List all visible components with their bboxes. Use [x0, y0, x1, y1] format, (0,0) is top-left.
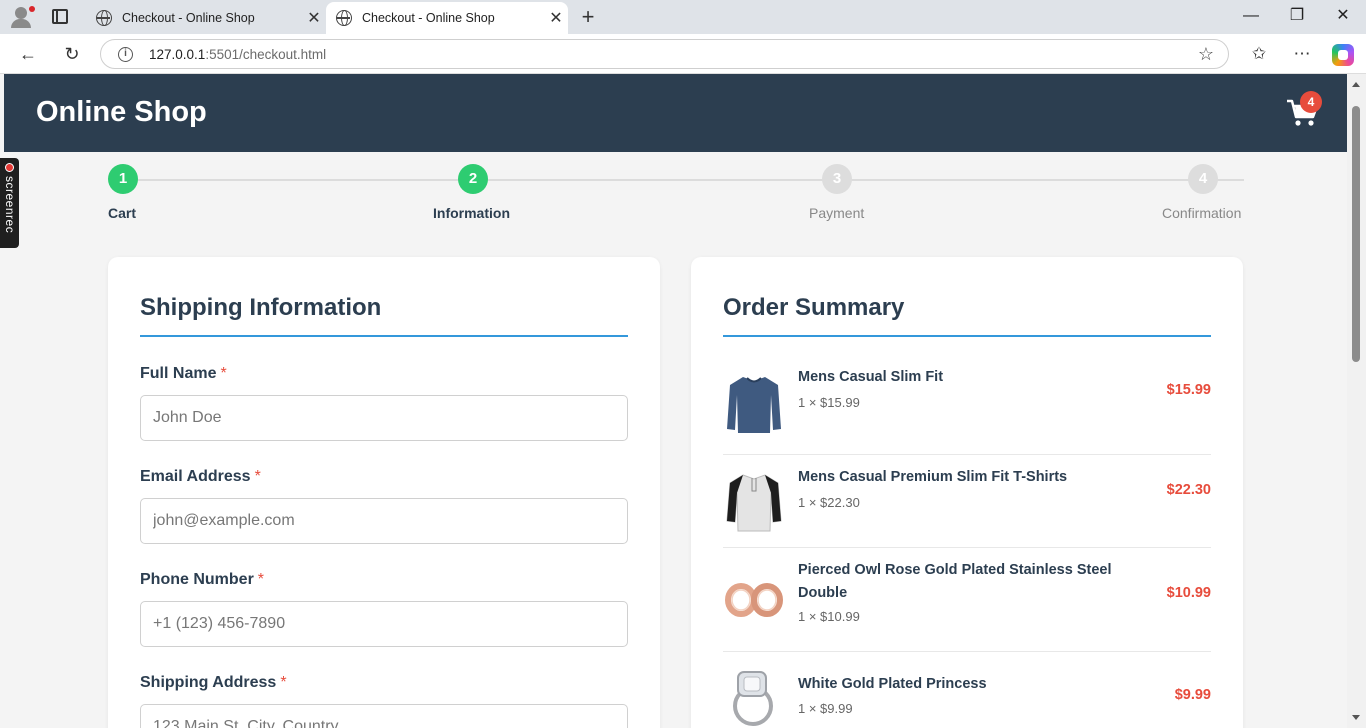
shipping-address-input[interactable]: [140, 704, 628, 728]
step-circle-information: 2: [458, 164, 488, 194]
screenrec-label: screenrec: [3, 176, 17, 234]
full-name-input[interactable]: [140, 395, 628, 441]
address-bar-row: ← ↻ i 127.0.0.1:5501/checkout.html ☆ ✩ ⋯: [0, 34, 1366, 74]
order-item: Pierced Owl Rose Gold Plated Stainless S…: [723, 548, 1211, 652]
product-image-rings: [725, 583, 783, 617]
url-input[interactable]: i 127.0.0.1:5501/checkout.html ☆: [100, 39, 1229, 69]
scroll-down-arrow-icon[interactable]: [1352, 715, 1360, 720]
shipping-address-label: Shipping Address *: [140, 674, 287, 691]
restore-icon[interactable]: ❐: [1274, 0, 1320, 34]
product-image-ring: [733, 671, 773, 726]
reload-icon[interactable]: ↻: [58, 40, 86, 68]
item-quantity: 1 × $9.99: [798, 701, 853, 716]
item-price: $15.99: [1166, 382, 1211, 398]
email-label: Email Address *: [140, 468, 261, 485]
item-quantity: 1 × $22.30: [798, 495, 860, 510]
favorite-star-icon[interactable]: ☆: [1198, 44, 1214, 65]
site-info-icon[interactable]: i: [118, 47, 133, 62]
item-price: $9.99: [1174, 687, 1211, 703]
page-scrollbar[interactable]: [1347, 74, 1366, 728]
step-circle-payment: 3: [822, 164, 852, 194]
minimize-icon[interactable]: —: [1228, 0, 1274, 34]
step-label-confirmation: Confirmation: [1162, 205, 1242, 221]
order-summary-card: Order Summary Mens Casual Slim Fit 1 × $…: [691, 257, 1243, 728]
browser-tab-1[interactable]: Checkout - Online Shop ✕: [86, 2, 326, 34]
item-price: $22.30: [1166, 482, 1211, 498]
more-menu-icon[interactable]: ⋯: [1289, 42, 1315, 68]
copilot-icon[interactable]: [1332, 44, 1354, 66]
site-logo[interactable]: Online Shop: [36, 96, 207, 129]
progress-track: [124, 179, 1244, 181]
item-name: Mens Casual Slim Fit: [798, 369, 944, 385]
scroll-up-arrow-icon[interactable]: [1352, 82, 1360, 87]
item-name: Mens Casual Premium Slim Fit T-Shirts: [798, 469, 1068, 485]
phone-input[interactable]: [140, 601, 628, 647]
step-label-information: Information: [433, 205, 510, 221]
tab-title: Checkout - Online Shop: [122, 11, 255, 25]
product-image-shirt: [727, 377, 781, 433]
scrollbar-thumb[interactable]: [1352, 106, 1360, 362]
new-tab-icon[interactable]: +: [576, 5, 600, 29]
product-image-tshirt: [726, 474, 782, 532]
tab-title: Checkout - Online Shop: [362, 11, 495, 25]
step-label-cart: Cart: [108, 205, 137, 221]
email-input[interactable]: [140, 498, 628, 544]
close-tab-icon[interactable]: ✕: [302, 8, 326, 28]
browser-tab-2[interactable]: Checkout - Online Shop ✕: [326, 2, 568, 34]
item-price: $10.99: [1166, 585, 1211, 601]
title-underline: [723, 335, 1211, 337]
page-viewport: Online Shop 4 1 Cart 2 Information 3 Pay…: [4, 74, 1347, 728]
item-quantity: 1 × $15.99: [798, 395, 860, 410]
title-underline: [140, 335, 628, 337]
site-header: Online Shop 4: [4, 74, 1347, 152]
order-item: White Gold Plated Princess 1 × $9.99 $9.…: [723, 652, 1211, 728]
order-summary-title: Order Summary: [723, 294, 905, 321]
full-name-label: Full Name *: [140, 365, 227, 382]
item-name: Pierced Owl Rose Gold Plated Stainless S…: [798, 562, 1112, 601]
cart-count-badge: 4: [1300, 91, 1322, 113]
browser-tab-bar: Checkout - Online Shop ✕ Checkout - Onli…: [0, 0, 1366, 34]
favorites-icon[interactable]: ✩: [1246, 42, 1272, 68]
url-text: 127.0.0.1:5501/checkout.html: [149, 47, 327, 62]
window-close-icon[interactable]: ✕: [1320, 0, 1366, 34]
record-icon: [5, 163, 14, 172]
tab-actions-icon[interactable]: [52, 9, 68, 24]
order-item: Mens Casual Slim Fit 1 × $15.99 $15.99: [723, 355, 1211, 455]
item-quantity: 1 × $10.99: [798, 609, 860, 624]
phone-label: Phone Number *: [140, 571, 265, 588]
screenrec-overlay-tab[interactable]: screenrec: [0, 158, 19, 248]
close-tab-icon[interactable]: ✕: [544, 8, 568, 28]
step-circle-confirmation: 4: [1188, 164, 1218, 194]
globe-icon: [336, 10, 352, 26]
order-item: Mens Casual Premium Slim Fit T-Shirts 1 …: [723, 455, 1211, 548]
item-name: White Gold Plated Princess: [798, 676, 987, 692]
globe-icon: [96, 10, 112, 26]
shipping-card: Shipping Information Full Name* Email Ad…: [108, 257, 660, 728]
profile-icon[interactable]: [8, 5, 35, 29]
step-circle-cart: 1: [108, 164, 138, 194]
back-arrow-icon[interactable]: ←: [14, 40, 42, 68]
step-label-payment: Payment: [809, 205, 865, 221]
shipping-title: Shipping Information: [140, 294, 382, 321]
